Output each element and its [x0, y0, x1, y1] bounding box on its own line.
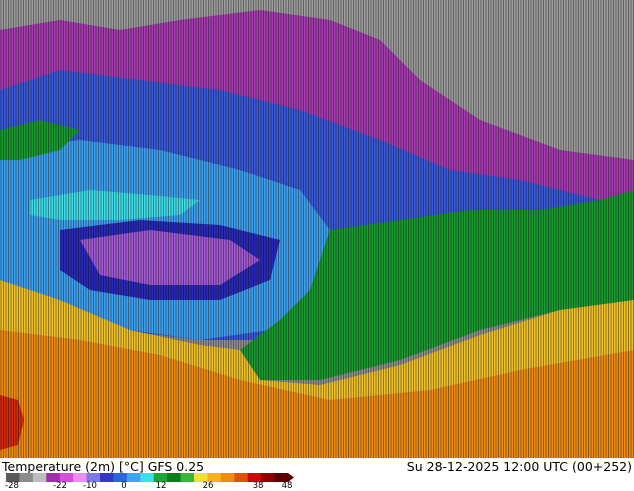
valid-time: Su 28-12-2025 12:00 UTC (00+252) — [406, 459, 632, 474]
map-title: Temperature (2m) [°C] GFS 0.25 — [2, 459, 205, 474]
legend-footer: Temperature (2m) [°C] GFS 0.25 Su 28-12-… — [0, 458, 634, 491]
number-hatching — [0, 0, 634, 458]
temperature-map — [0, 0, 634, 458]
